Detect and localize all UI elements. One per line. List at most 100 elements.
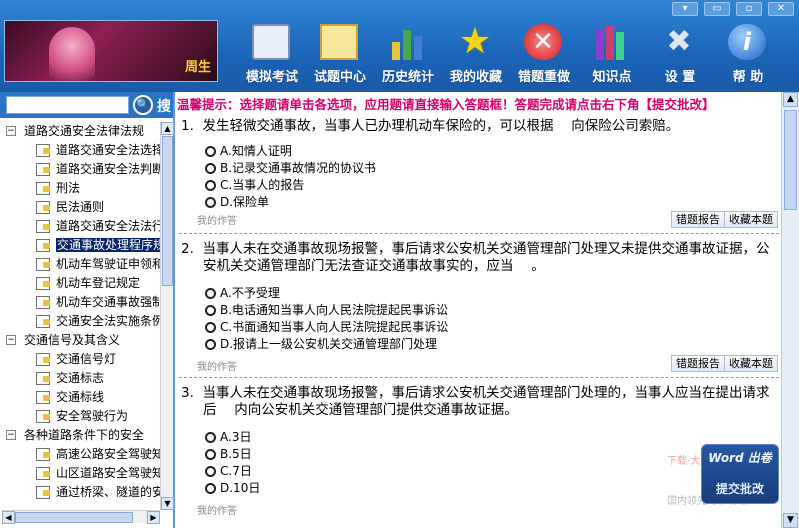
collect-question-button[interactable]: 收藏本题 [724,355,778,372]
tree-item[interactable]: 高速公路安全驾驶知 [2,445,160,464]
error-report-button[interactable]: 错题报告 [671,211,725,228]
error-cross-icon: ✕ [524,24,562,60]
scroll-up-arrow-icon[interactable]: ▲ [783,92,798,107]
radio-icon[interactable] [205,483,216,494]
radio-icon[interactable] [205,180,216,191]
question-text: 3. 当事人未在交通事故现场报警，事后请求公安机关交通管理部门处理的，当事人应当… [181,385,777,419]
collapse-icon[interactable]: − [6,335,16,345]
page-icon [36,467,50,480]
search-input[interactable] [6,96,129,114]
question-divider [179,377,779,378]
tree-category[interactable]: − 交通信号及其含义 [2,331,160,350]
mock-exam-button[interactable]: 模拟考试 [238,22,306,88]
tree-item[interactable]: 通过桥梁、隧道的安 [2,483,160,502]
error-report-button[interactable]: 错题报告 [671,355,725,372]
radio-icon[interactable] [205,322,216,333]
tree-item[interactable]: 交通标志 [2,369,160,388]
banner-logo: 周生 [184,60,211,75]
option-a[interactable]: A.知情人证明 [181,143,777,160]
history-stats-button[interactable]: 历史统计 [374,22,442,88]
question-divider [179,233,779,234]
tree-item[interactable]: 民法通则 [2,198,160,217]
tree-item[interactable]: 道路交通安全法法行 [2,217,160,236]
radio-icon[interactable] [205,305,216,316]
question-1: 1. 发生轻微交通事故，当事人已办理机动车保险的，可以根据 向保险公司索赔。 A… [181,118,777,211]
scroll-up-arrow-icon[interactable]: ▲ [161,122,174,135]
scroll-thumb[interactable] [162,136,173,286]
scroll-down-arrow-icon[interactable]: ▼ [783,513,798,528]
collect-question-button[interactable]: 收藏本题 [724,211,778,228]
radio-icon[interactable] [205,197,216,208]
radio-icon[interactable] [205,432,216,443]
radio-icon[interactable] [205,466,216,477]
banner-image: 周生 [4,20,218,82]
tree-category[interactable]: − 道路交通安全法律法规 [2,122,160,141]
tree-horizontal-scrollbar[interactable]: ◀ ▶ [2,510,160,524]
question-body: 当事人未在交通事故现场报警，事后请求公安机关交通管理部门处理又未提供交通事故证据… [202,241,770,274]
radio-icon[interactable] [205,339,216,350]
tree-item[interactable]: 交通事故处理程序规 [2,236,160,255]
submit-grading-button[interactable]: Word 出卷 提交批改 [701,444,779,504]
radio-icon[interactable] [205,146,216,157]
radio-icon[interactable] [205,163,216,174]
menu-dropdown-button[interactable]: ▾ [672,2,698,16]
question-scrollbar[interactable]: ▲ ▼ [781,92,799,528]
tree-label: 道路交通安全法律法规 [24,124,145,138]
option-b[interactable]: B.电话通知当事人向人民法院提起民事诉讼 [181,302,777,319]
tree-category[interactable]: − 各种道路条件下的安全 [2,426,160,445]
page-icon [36,239,50,252]
question-body: 发生轻微交通事故，当事人已办理机动车保险的，可以根据 向保险公司索赔。 [202,118,680,134]
tree-item[interactable]: 交通标线 [2,388,160,407]
notepad-icon [252,24,290,60]
books-icon [592,24,630,60]
scroll-down-arrow-icon[interactable]: ▼ [161,497,174,510]
knowledge-button[interactable]: 知识点 [578,22,646,88]
my-favorites-button[interactable]: ★ 我的收藏 [442,22,510,88]
tree-item[interactable]: 机动车驾驶证申领和 [2,255,160,274]
option-c[interactable]: C.当事人的报告 [181,177,777,194]
option-d[interactable]: D.报请上一级公安机关交通管理部门处理 [181,336,777,353]
option-label: A.不予受理 [220,286,280,300]
help-button[interactable]: i 帮 助 [714,22,782,88]
tree-label: 刑法 [56,181,81,195]
question-panel: 温馨提示：选择题请单击各选项，应用题请直接输入答题框！答题完成请点击右下角【提交… [175,92,799,528]
scroll-left-arrow-icon[interactable]: ◀ [2,511,15,524]
page-icon [36,353,50,366]
tree-vertical-scrollbar[interactable]: ▲ ▼ [160,122,174,510]
my-answer-note: 我的作答 [197,506,237,517]
my-favorites-label: 我的收藏 [449,70,502,85]
option-c[interactable]: C.书面通知当事人向人民法院提起民事诉讼 [181,319,777,336]
close-button[interactable]: ✕ [768,2,794,16]
scroll-thumb[interactable] [784,110,797,210]
question-center-button[interactable]: 试题中心 [306,22,374,88]
restore-button[interactable]: ▫ [736,2,762,16]
tree-item[interactable]: 机动车交通事故强制 [2,293,160,312]
option-b[interactable]: B.记录交通事故情况的协议书 [181,160,777,177]
hscroll-thumb[interactable] [15,512,133,523]
tree-item[interactable]: 道路交通安全法选择 [2,141,160,160]
minimize-button[interactable]: ▭ [704,2,730,16]
radio-icon[interactable] [205,288,216,299]
radio-icon[interactable] [205,449,216,460]
page-icon [36,220,50,233]
scroll-right-arrow-icon[interactable]: ▶ [147,511,160,524]
search-label[interactable]: 搜 [157,96,171,116]
tree-item[interactable]: 山区道路安全驾驶知 [2,464,160,483]
settings-button[interactable]: ✖ 设 置 [646,22,714,88]
option-d[interactable]: D.保险单 [181,194,777,211]
collapse-icon[interactable]: − [6,430,16,440]
tree-item[interactable]: 刑法 [2,179,160,198]
collapse-icon[interactable]: − [6,126,16,136]
tree-item[interactable]: 交通安全法实施条例 [2,312,160,331]
option-label: B.电话通知当事人向人民法院提起民事诉讼 [220,303,449,317]
tree-item[interactable]: 交通信号灯 [2,350,160,369]
search-icon[interactable]: 🔍 [133,95,153,115]
tree-item[interactable]: 安全驾驶行为 [2,407,160,426]
wrong-redo-button[interactable]: ✕ 错题重做 [510,22,578,88]
page-icon [36,486,50,499]
tree-item[interactable]: 道路交通安全法判断 [2,160,160,179]
option-a[interactable]: A.不予受理 [181,285,777,302]
tree-item[interactable]: 机动车登记规定 [2,274,160,293]
option-a[interactable]: A.3日 [181,429,777,446]
tree-label: 高速公路安全驾驶知 [56,447,160,461]
